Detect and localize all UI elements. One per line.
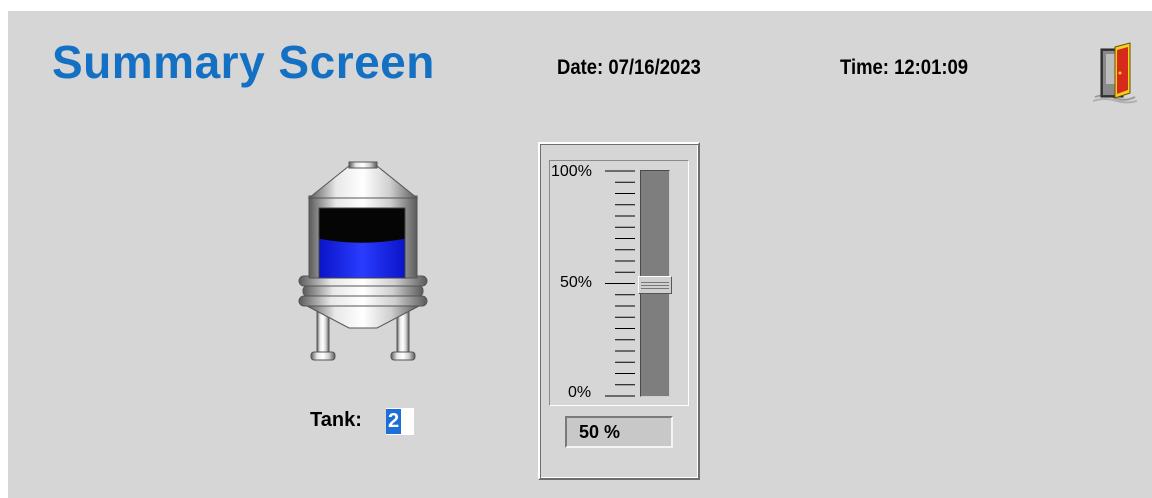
- storage-tank-icon: [293, 158, 433, 368]
- tank-liquid-level: [319, 238, 405, 278]
- level-slider[interactable]: [638, 170, 672, 397]
- level-slider-track-area: 100% 50% 0%: [549, 160, 689, 406]
- exit-door-icon: [1092, 42, 1138, 104]
- level-readout: 50 %: [565, 416, 673, 448]
- level-slider-panel: 100% 50% 0% 50 %: [538, 142, 700, 480]
- tank-graphic: [298, 161, 428, 361]
- tank-number-input[interactable]: 2: [386, 408, 414, 435]
- tank-label: Tank:: [310, 409, 362, 431]
- page-title: Summary Screen: [52, 36, 435, 88]
- time-display: Time: 12:01:09: [840, 56, 969, 79]
- level-slider-thumb[interactable]: [638, 275, 672, 294]
- date-display: Date: 07/16/2023: [557, 56, 701, 79]
- exit-button[interactable]: [1092, 41, 1138, 105]
- tank-number-value: 2: [386, 409, 402, 434]
- summary-panel: Summary Screen Date: 07/16/2023 Time: 12…: [8, 11, 1152, 498]
